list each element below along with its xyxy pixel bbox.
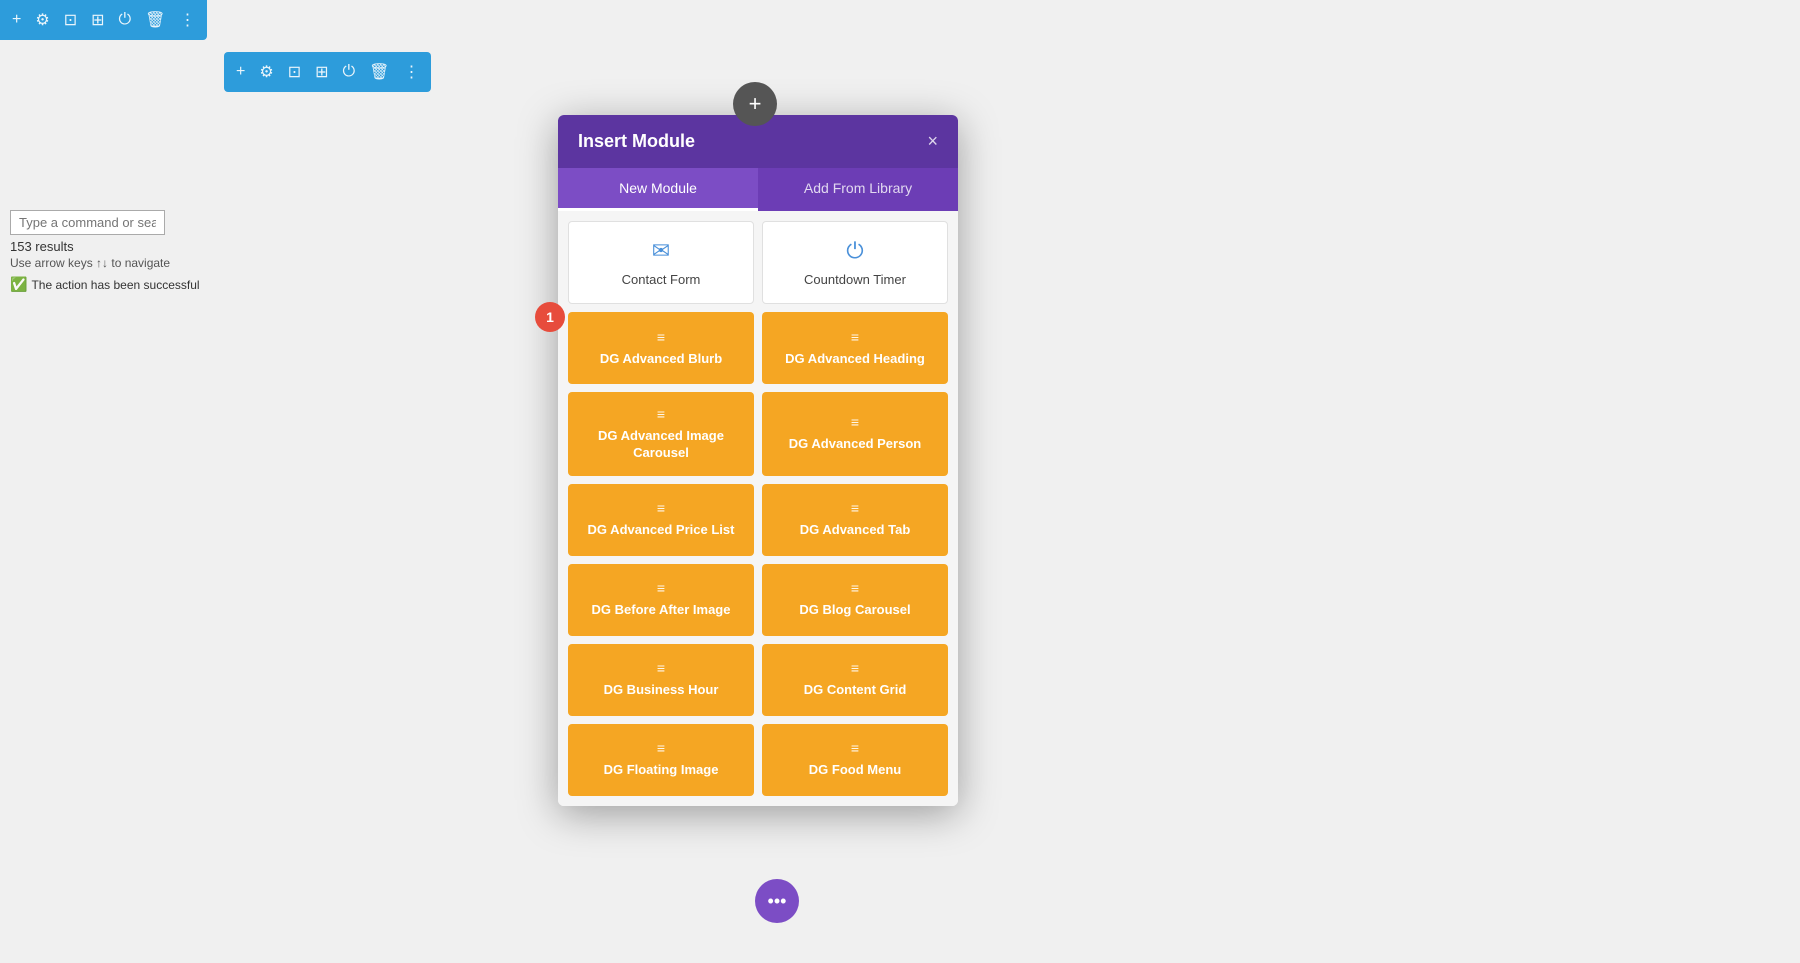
white-modules-row: ✉ Contact Form ⏻ Countdown Timer	[568, 221, 948, 304]
menu-icon-4: ≡	[657, 500, 665, 516]
step-badge: 1	[535, 302, 565, 332]
menu-icon-7: ≡	[851, 580, 859, 596]
module-name-8: DG Business Hour	[604, 682, 719, 699]
module-dg-advanced-blurb[interactable]: ≡ DG Advanced Blurb	[568, 312, 754, 384]
module-name-9: DG Content Grid	[804, 682, 907, 699]
module-dg-blog-carousel[interactable]: ≡ DG Blog Carousel	[762, 564, 948, 636]
menu-icon-6: ≡	[657, 580, 665, 596]
module-dg-advanced-image-carousel[interactable]: ≡ DG Advanced Image Carousel	[568, 392, 754, 476]
menu-icon-1: ≡	[851, 329, 859, 345]
module-dg-floating-image[interactable]: ≡ DG Floating Image	[568, 724, 754, 796]
module-name-7: DG Blog Carousel	[799, 602, 910, 619]
module-name-3: DG Advanced Person	[789, 436, 921, 453]
layout-icon-2[interactable]: ⊡	[288, 62, 301, 82]
module-grid: ✉ Contact Form ⏻ Countdown Timer ≡ DG Ad…	[558, 211, 958, 806]
tab-new-module[interactable]: New Module	[558, 168, 758, 211]
module-dg-advanced-heading[interactable]: ≡ DG Advanced Heading	[762, 312, 948, 384]
module-countdown-timer[interactable]: ⏻ Countdown Timer	[762, 221, 948, 304]
results-count: 153 results	[10, 239, 200, 254]
module-name-10: DG Floating Image	[604, 762, 719, 779]
module-name-1: DG Advanced Heading	[785, 351, 925, 368]
add-icon[interactable]: +	[12, 11, 21, 29]
trash-icon-2[interactable]: 🗑	[369, 62, 389, 82]
secondary-toolbar: + ⚙ ⊡ ⊞ ⏻ 🗑 ⋮	[224, 52, 431, 92]
grid-icon[interactable]: ⊞	[91, 10, 104, 30]
modal-close-button[interactable]: ×	[927, 131, 938, 152]
left-panel: 153 results Use arrow keys ↑↓ to navigat…	[0, 200, 210, 303]
layout-icon[interactable]: ⊡	[64, 10, 77, 30]
module-name-0: DG Advanced Blurb	[600, 351, 722, 368]
menu-icon-10: ≡	[657, 740, 665, 756]
success-icon: ✅	[10, 276, 27, 293]
nav-hint: Use arrow keys ↑↓ to navigate	[10, 256, 200, 270]
power-icon[interactable]: ⏻	[119, 11, 132, 29]
gear-icon-2[interactable]: ⚙	[259, 62, 273, 82]
gear-icon[interactable]: ⚙	[35, 10, 49, 30]
menu-icon-2: ≡	[657, 406, 665, 422]
contact-form-label: Contact Form	[622, 272, 701, 287]
orange-modules-grid: ≡ DG Advanced Blurb ≡ DG Advanced Headin…	[568, 312, 948, 796]
bottom-dots-button[interactable]: •••	[755, 879, 799, 923]
module-name-6: DG Before After Image	[592, 602, 731, 619]
module-name-4: DG Advanced Price List	[588, 522, 735, 539]
module-dg-advanced-tab[interactable]: ≡ DG Advanced Tab	[762, 484, 948, 556]
more-icon[interactable]: ⋮	[179, 10, 195, 30]
menu-icon-3: ≡	[851, 414, 859, 430]
search-input[interactable]	[10, 210, 165, 235]
menu-icon-5: ≡	[851, 500, 859, 516]
trash-icon[interactable]: 🗑	[145, 10, 165, 30]
module-dg-advanced-person[interactable]: ≡ DG Advanced Person	[762, 392, 948, 476]
insert-module-modal: Insert Module × New Module Add From Libr…	[558, 115, 958, 806]
module-contact-form[interactable]: ✉ Contact Form	[568, 221, 754, 304]
module-dg-before-after-image[interactable]: ≡ DG Before After Image	[568, 564, 754, 636]
module-name-11: DG Food Menu	[809, 762, 901, 779]
modal-title: Insert Module	[578, 131, 695, 152]
module-dg-business-hour[interactable]: ≡ DG Business Hour	[568, 644, 754, 716]
top-toolbar: + ⚙ ⊡ ⊞ ⏻ 🗑 ⋮	[0, 0, 207, 40]
power-icon-2[interactable]: ⏻	[343, 63, 356, 81]
grid-icon-2[interactable]: ⊞	[315, 62, 328, 82]
module-name-2: DG Advanced Image Carousel	[578, 428, 744, 462]
module-dg-advanced-price-list[interactable]: ≡ DG Advanced Price List	[568, 484, 754, 556]
add-module-button-top[interactable]: +	[733, 82, 777, 126]
tab-add-from-library[interactable]: Add From Library	[758, 168, 958, 211]
countdown-timer-label: Countdown Timer	[804, 272, 906, 287]
menu-icon-8: ≡	[657, 660, 665, 676]
email-icon: ✉	[652, 238, 670, 264]
more-icon-2[interactable]: ⋮	[403, 62, 419, 82]
menu-icon-9: ≡	[851, 660, 859, 676]
add-icon-2[interactable]: +	[236, 63, 245, 81]
modal-tabs: New Module Add From Library	[558, 168, 958, 211]
module-dg-food-menu[interactable]: ≡ DG Food Menu	[762, 724, 948, 796]
timer-icon: ⏻	[846, 238, 863, 264]
success-message: ✅ The action has been successful	[10, 276, 200, 293]
menu-icon-11: ≡	[851, 740, 859, 756]
module-dg-content-grid[interactable]: ≡ DG Content Grid	[762, 644, 948, 716]
menu-icon-0: ≡	[657, 329, 665, 345]
module-name-5: DG Advanced Tab	[800, 522, 911, 539]
